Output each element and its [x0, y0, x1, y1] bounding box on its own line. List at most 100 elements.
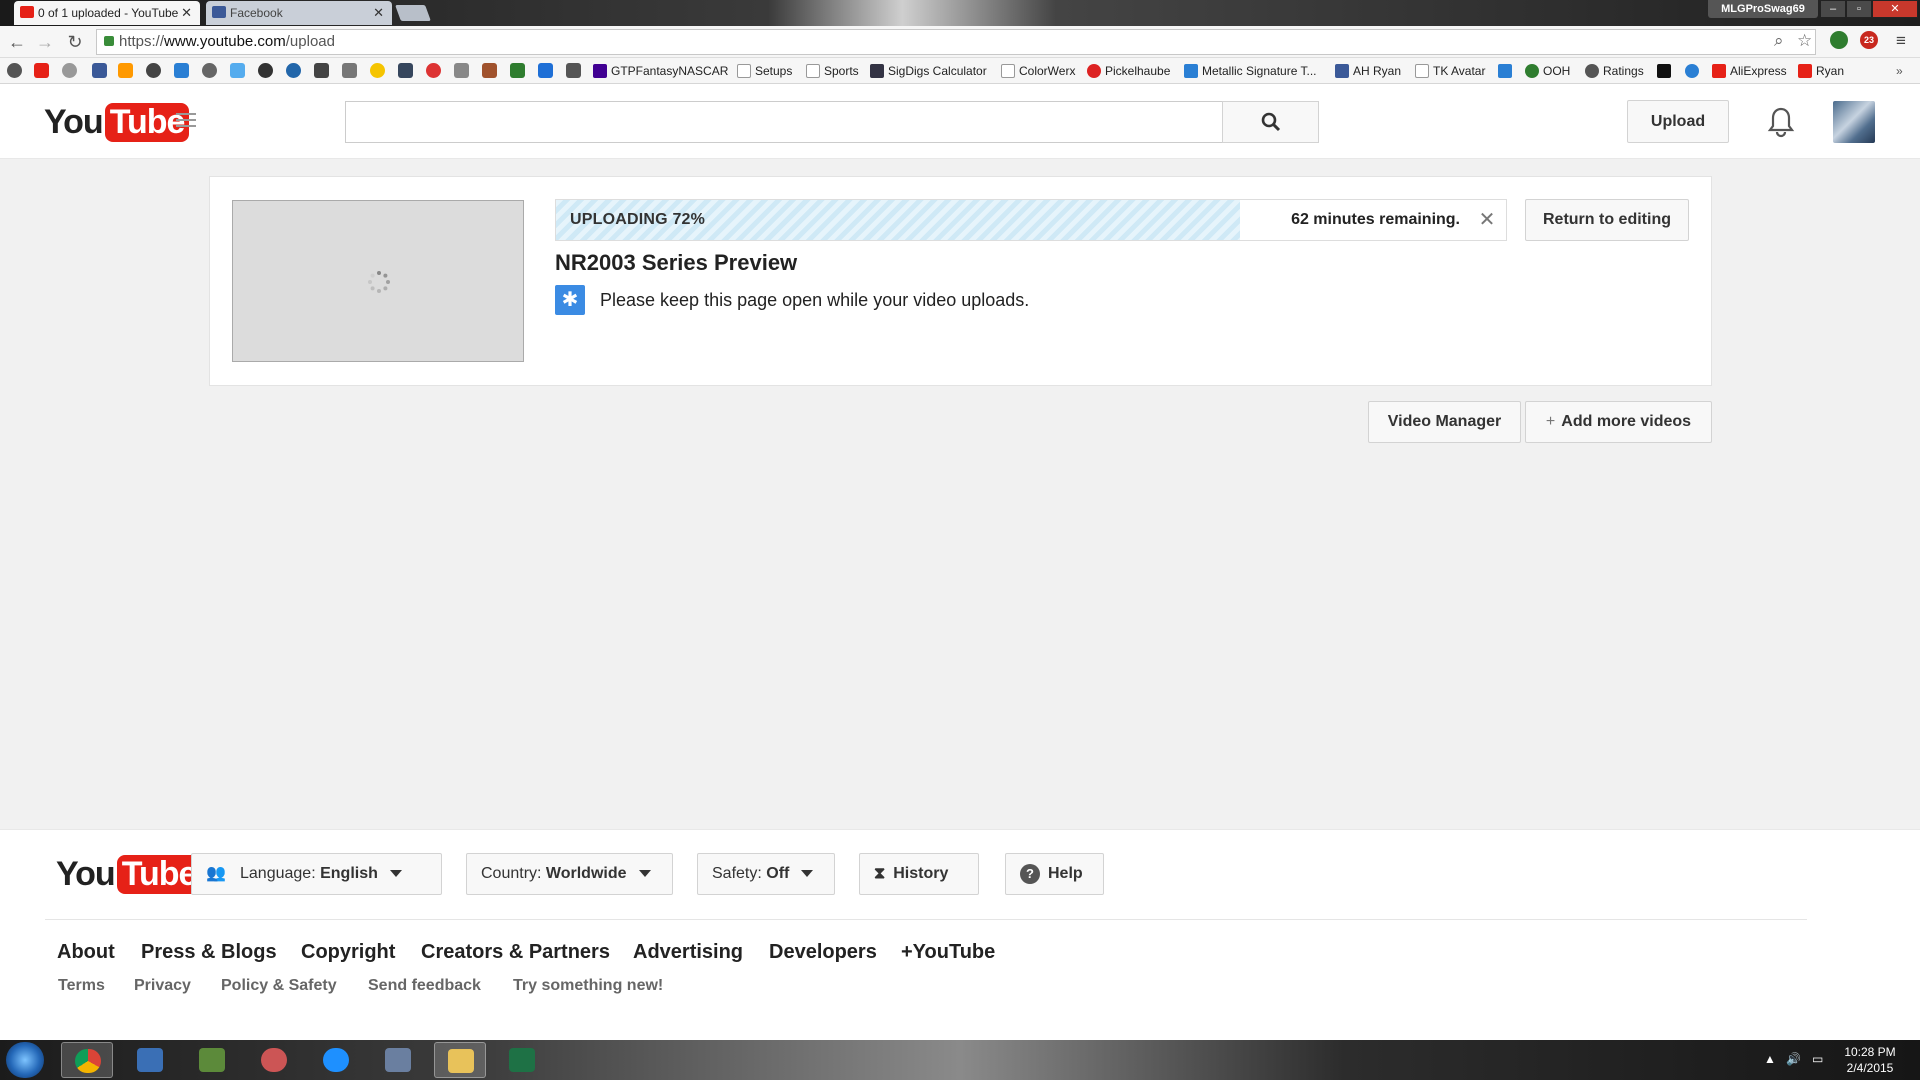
- bookmark-icon[interactable]: [7, 63, 22, 78]
- bookmark-colorwerx[interactable]: ColorWerx: [1001, 59, 1075, 83]
- bookmark-pickelhaube[interactable]: Pickelhaube: [1087, 59, 1170, 83]
- footer-link-advertising[interactable]: Advertising: [633, 941, 743, 964]
- taskbar-excel[interactable]: [496, 1042, 548, 1078]
- history-button[interactable]: ⧗ History: [859, 853, 979, 895]
- tab-youtube-upload[interactable]: 0 of 1 uploaded - YouTube ✕: [14, 1, 200, 25]
- adblock-icon[interactable]: 23: [1860, 31, 1878, 49]
- tab-facebook[interactable]: Facebook ✕: [206, 1, 392, 25]
- bookmark-ratings[interactable]: Ratings: [1585, 59, 1644, 83]
- reddit-bookmark-icon[interactable]: [62, 63, 77, 78]
- notifications-bell-icon[interactable]: [1766, 106, 1796, 138]
- search-input[interactable]: [345, 101, 1223, 143]
- taskbar-app[interactable]: [186, 1042, 238, 1078]
- bookmark-icon[interactable]: [174, 63, 189, 78]
- bookmark-sports[interactable]: Sports: [806, 59, 859, 83]
- bookmark-icon[interactable]: [566, 63, 581, 78]
- taskbar-ie[interactable]: [310, 1042, 362, 1078]
- footer-link-developers[interactable]: Developers: [769, 941, 877, 964]
- bookmark-metallic-signature[interactable]: Metallic Signature T...: [1184, 59, 1317, 83]
- footer-link-send-feedback[interactable]: Send feedback: [368, 977, 481, 995]
- bookmark-icon[interactable]: [286, 63, 301, 78]
- bookmarks-overflow-icon[interactable]: »: [1896, 59, 1903, 83]
- youtube-logo[interactable]: You Tube: [44, 100, 190, 144]
- add-more-videos-button[interactable]: + Add more videos: [1525, 401, 1712, 443]
- network-icon[interactable]: ▭: [1812, 1052, 1823, 1066]
- bookmark-icon[interactable]: [146, 63, 161, 78]
- back-arrow-icon[interactable]: ←: [6, 32, 28, 53]
- bookmark-icon[interactable]: [342, 63, 357, 78]
- reload-icon[interactable]: ↻: [64, 32, 86, 53]
- star-bookmark-icon[interactable]: ☆: [1797, 31, 1812, 51]
- safety-value: Off: [766, 865, 790, 882]
- safety-selector[interactable]: Safety: Off: [697, 853, 835, 895]
- bookmark-icon[interactable]: [454, 63, 469, 78]
- bookmark-icon-only[interactable]: [1657, 59, 1671, 83]
- bookmark-icon[interactable]: [258, 63, 273, 78]
- forward-arrow-icon[interactable]: →: [34, 32, 56, 53]
- zoom-icon[interactable]: ⌕: [1774, 31, 1784, 51]
- taskbar-app[interactable]: [248, 1042, 300, 1078]
- instagram-bookmark-icon[interactable]: [314, 63, 329, 78]
- taskbar-app[interactable]: [124, 1042, 176, 1078]
- extension-icon[interactable]: [1830, 31, 1848, 49]
- facebook-bookmark-icon[interactable]: [92, 63, 107, 78]
- footer-link-creators-partners[interactable]: Creators & Partners: [421, 941, 610, 964]
- footer-link-privacy[interactable]: Privacy: [134, 977, 191, 995]
- bookmark-ryan[interactable]: Ryan: [1798, 59, 1844, 83]
- new-tab-button[interactable]: [395, 5, 431, 21]
- taskbar-app[interactable]: [372, 1042, 424, 1078]
- maximize-icon[interactable]: ▫: [1846, 0, 1872, 18]
- taskbar-chrome[interactable]: [61, 1042, 113, 1078]
- profile-name-badge[interactable]: MLGProSwag69: [1708, 0, 1818, 18]
- return-to-editing-button[interactable]: Return to editing: [1525, 199, 1689, 241]
- footer-link-policy-safety[interactable]: Policy & Safety: [221, 977, 337, 995]
- bookmark-gtpfantasynascar[interactable]: GTPFantasyNASCAR: [593, 59, 728, 83]
- footer-link-press-blogs[interactable]: Press & Blogs: [141, 941, 277, 964]
- bookmark-ah-ryan[interactable]: AH Ryan: [1335, 59, 1401, 83]
- bookmark-icon-only[interactable]: [1685, 59, 1699, 83]
- search-button[interactable]: [1222, 101, 1319, 143]
- close-tab-icon[interactable]: ✕: [181, 1, 192, 25]
- bookmark-icon[interactable]: [510, 63, 525, 78]
- upload-button[interactable]: Upload: [1627, 100, 1729, 143]
- bookmark-icon[interactable]: [202, 63, 217, 78]
- video-manager-button[interactable]: Video Manager: [1368, 401, 1521, 443]
- taskbar-explorer[interactable]: [434, 1042, 486, 1078]
- bookmark-sigdigs-calculator[interactable]: SigDigs Calculator: [870, 59, 987, 83]
- guide-menu-icon[interactable]: [176, 113, 208, 129]
- footer-link-about[interactable]: About: [57, 941, 115, 964]
- footer-link-copyright[interactable]: Copyright: [301, 941, 395, 964]
- country-selector[interactable]: Country: Worldwide: [466, 853, 673, 895]
- help-button[interactable]: ? Help: [1005, 853, 1104, 895]
- bookmark-icon[interactable]: [426, 63, 441, 78]
- footer-link-try-something-new[interactable]: Try something new!: [513, 977, 663, 995]
- lock-icon[interactable]: [104, 36, 114, 46]
- youtube-bookmark-icon[interactable]: [34, 63, 49, 78]
- bookmark-setups[interactable]: Setups: [737, 59, 792, 83]
- smiley-bookmark-icon[interactable]: [370, 63, 385, 78]
- footer-youtube-logo[interactable]: You Tube: [56, 852, 202, 896]
- bookmark-icon[interactable]: [538, 63, 553, 78]
- footer-link-plus-youtube[interactable]: +YouTube: [901, 941, 995, 964]
- amazon-bookmark-icon[interactable]: [118, 63, 133, 78]
- start-button-icon[interactable]: [6, 1042, 44, 1078]
- close-window-icon[interactable]: ✕: [1872, 0, 1918, 18]
- close-tab-icon[interactable]: ✕: [373, 1, 384, 25]
- twitter-bookmark-icon[interactable]: [230, 63, 245, 78]
- address-bar[interactable]: https://www.youtube.com/upload: [96, 29, 1816, 55]
- cancel-upload-icon[interactable]: ✕: [1476, 208, 1498, 232]
- bookmark-icon[interactable]: [482, 63, 497, 78]
- tumblr-bookmark-icon[interactable]: [398, 63, 413, 78]
- language-selector[interactable]: 👥 Language: English: [191, 853, 442, 895]
- bookmark-ooh-label[interactable]: OOH: [1525, 59, 1570, 83]
- footer-link-terms[interactable]: Terms: [58, 977, 105, 995]
- show-hidden-icons-icon[interactable]: ▲: [1764, 1052, 1776, 1066]
- avatar[interactable]: [1833, 101, 1875, 143]
- bookmark-aliexpress[interactable]: AliExpress: [1712, 59, 1787, 83]
- bookmark-tk-avatar[interactable]: TK Avatar: [1415, 59, 1485, 83]
- minimize-icon[interactable]: –: [1820, 0, 1846, 18]
- system-clock[interactable]: 10:28 PM 2/4/2015: [1830, 1044, 1910, 1076]
- volume-icon[interactable]: 🔊: [1786, 1052, 1801, 1066]
- chrome-menu-icon[interactable]: ≡: [1896, 31, 1906, 51]
- bookmark-ooh[interactable]: [1498, 59, 1512, 83]
